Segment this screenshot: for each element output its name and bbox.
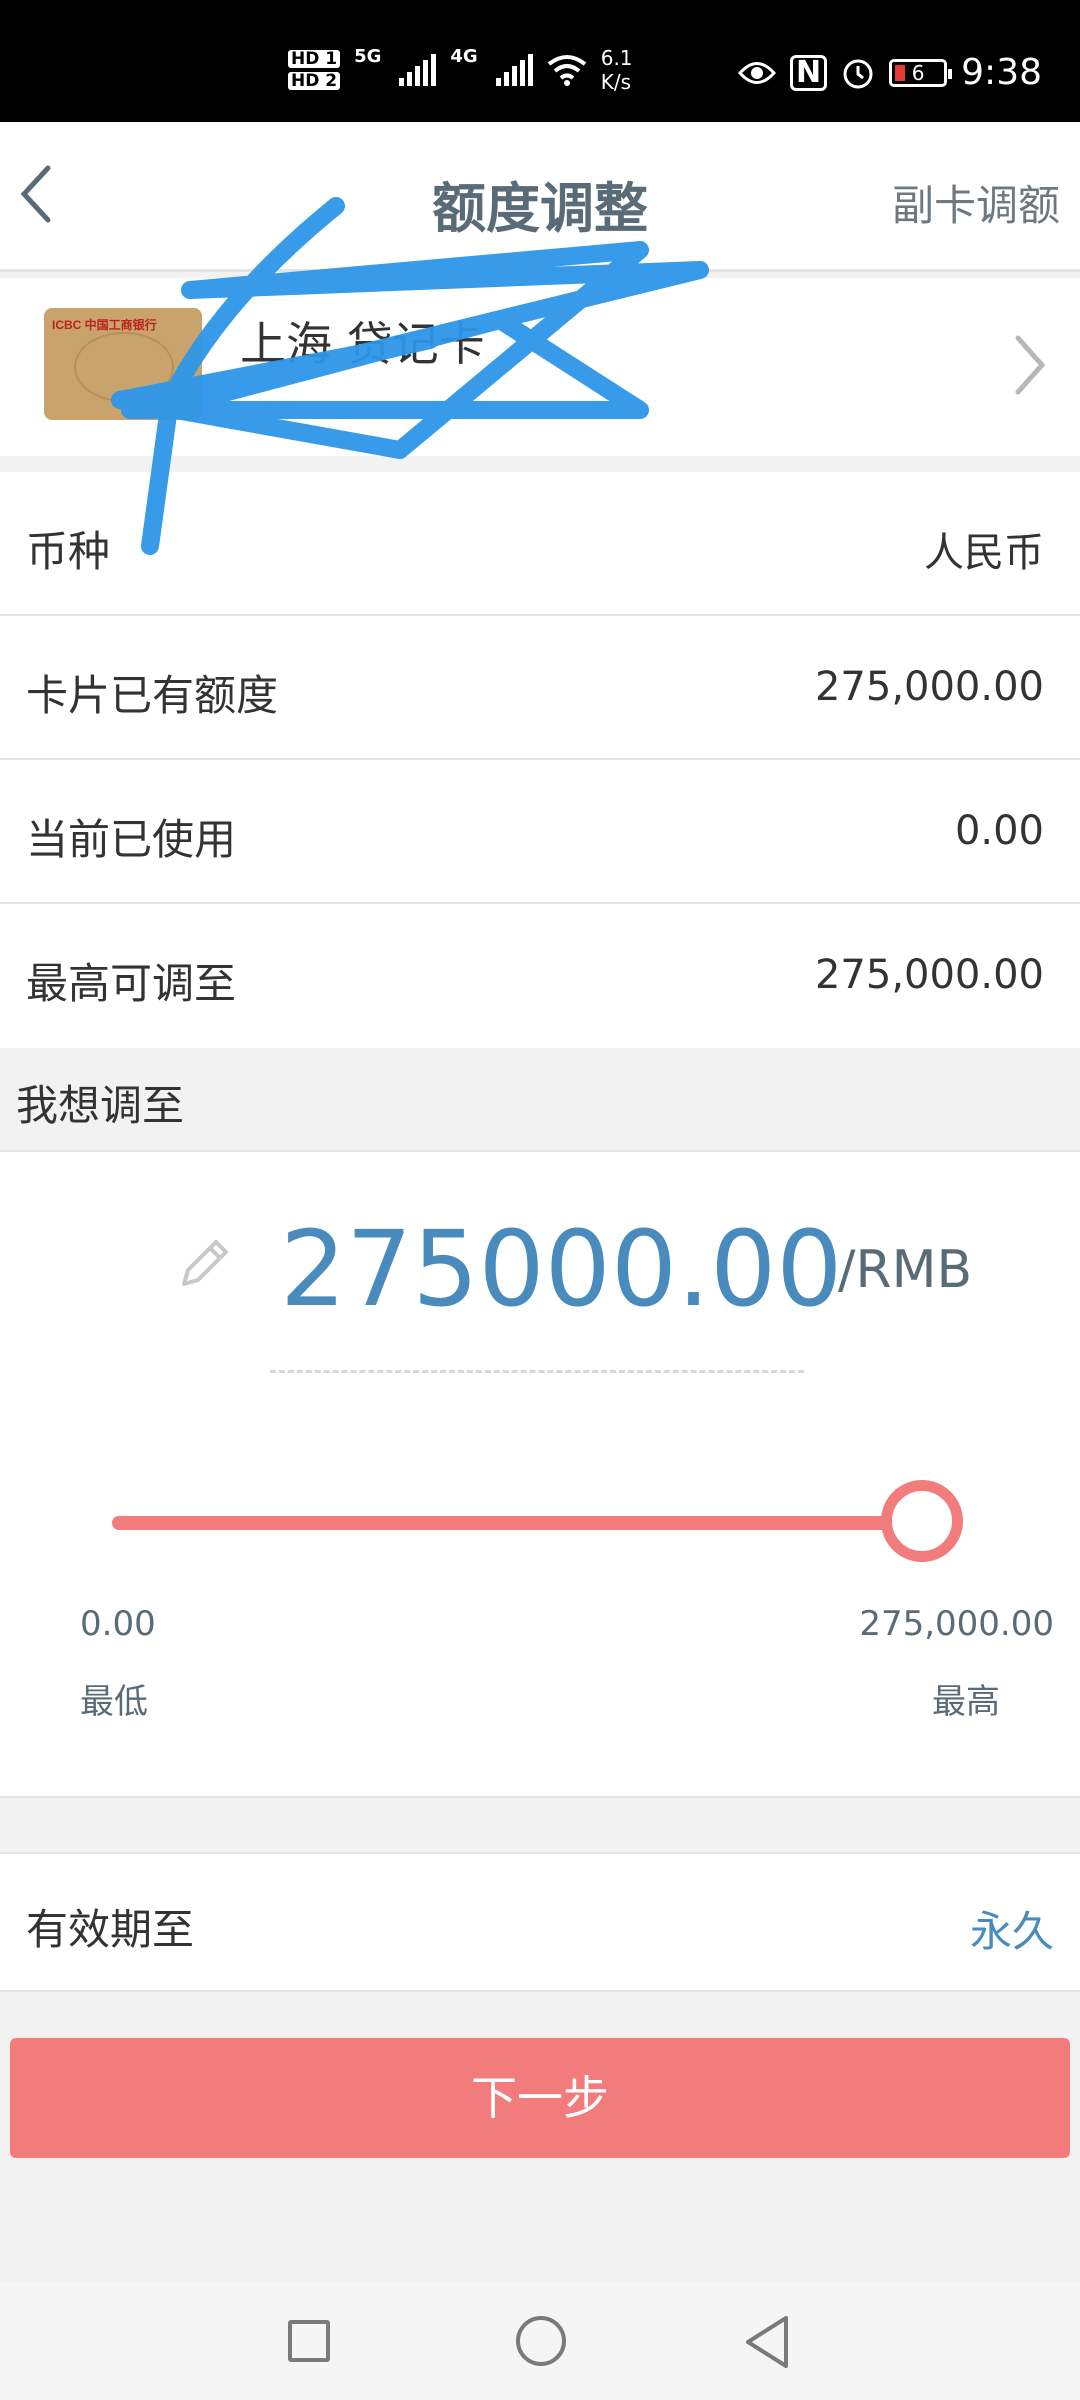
amount-input[interactable]: 275000.00 xyxy=(280,1208,842,1330)
recent-apps-button[interactable] xyxy=(288,2320,330,2362)
max-adjustable-row: 最高可调至 275,000.00 xyxy=(0,904,1080,1048)
signal1-icon xyxy=(399,54,437,86)
slider-min-value: 0.00 xyxy=(80,1604,156,1644)
card-image: ICBC 中国工商银行 xyxy=(44,308,202,420)
card-pattern xyxy=(74,332,174,402)
amount-panel: 275000.00 /RMB 0.00 275,000.00 最低 最高 xyxy=(0,1152,1080,1798)
used-label: 当前已使用 xyxy=(26,815,237,864)
home-button[interactable] xyxy=(516,2316,566,2366)
card-selector[interactable]: ICBC 中国工商银行 上海 贷记卡 xyxy=(0,278,1080,456)
slider-max-label: 最高 xyxy=(932,1682,1000,1722)
speed-value: 6.1 xyxy=(600,46,633,70)
system-nav-bar xyxy=(0,2282,1080,2400)
amount-unit: /RMB xyxy=(838,1240,973,1300)
chevron-right-icon xyxy=(1015,335,1046,395)
network-speed: 6.1 K/s xyxy=(601,46,633,94)
status-bar-left: HD 1 HD 2 5G 4G 6.1 K/s xyxy=(288,46,633,94)
currency-label: 币种 xyxy=(26,527,111,576)
existing-limit-value: 275,000.00 xyxy=(814,664,1044,710)
used-value: 0.00 xyxy=(954,808,1044,854)
adjust-section-label: 我想调至 xyxy=(16,1081,185,1130)
slider-max-value: 275,000.00 xyxy=(859,1604,1054,1644)
currency-row: 币种 人民币 xyxy=(0,472,1080,616)
hd2-label: HD 2 xyxy=(288,72,341,90)
hd-indicator: HD 1 HD 2 xyxy=(288,50,341,90)
next-step-button[interactable]: 下一步 xyxy=(10,2038,1070,2158)
max-adjustable-value: 275,000.00 xyxy=(814,952,1044,998)
validity-row[interactable]: 有效期至 永久 xyxy=(0,1852,1080,1992)
battery-icon: 6 xyxy=(889,58,953,87)
net2-label: 4G xyxy=(450,46,478,67)
header: 额度调整 副卡调额 xyxy=(0,122,1080,272)
signal2-icon xyxy=(495,54,533,86)
limit-slider-thumb[interactable] xyxy=(881,1480,963,1562)
supplementary-card-adjust-button[interactable]: 副卡调额 xyxy=(892,172,1060,233)
hd1-label: HD 1 xyxy=(288,50,341,68)
currency-value: 人民币 xyxy=(924,530,1044,576)
validity-value[interactable]: 永久 xyxy=(970,1898,1054,1959)
battery-level: 6 xyxy=(911,60,925,85)
nav-back-button[interactable] xyxy=(742,2314,792,2370)
info-list: 币种 人民币 卡片已有额度 275,000.00 当前已使用 0.00 最高可调… xyxy=(0,472,1080,1048)
alarm-icon xyxy=(843,59,873,88)
limit-slider-track[interactable] xyxy=(112,1516,922,1530)
adjust-section-header: 我想调至 xyxy=(0,1048,1080,1152)
amount-underline xyxy=(270,1370,804,1373)
card-name: 上海 贷记卡 xyxy=(240,317,485,371)
net1-label: 5G xyxy=(354,46,382,67)
validity-label: 有效期至 xyxy=(26,1905,195,1954)
existing-limit-label: 卡片已有额度 xyxy=(26,671,279,720)
speed-unit: K/s xyxy=(600,70,631,94)
status-bar: HD 1 HD 2 5G 4G 6.1 K/s N 6 9:38 xyxy=(0,0,1080,122)
bank-logo: ICBC 中国工商银行 xyxy=(52,318,157,332)
max-adjustable-label: 最高可调至 xyxy=(26,959,237,1008)
nfc-icon: N xyxy=(790,54,828,91)
clock: 9:38 xyxy=(961,52,1042,93)
slider-min-label: 最低 xyxy=(80,1682,148,1722)
eye-icon xyxy=(738,61,777,84)
pencil-icon[interactable] xyxy=(172,1232,236,1296)
status-bar-right: N 6 9:38 xyxy=(738,52,1042,93)
wifi-icon xyxy=(547,55,586,86)
used-row: 当前已使用 0.00 xyxy=(0,760,1080,904)
existing-limit-row: 卡片已有额度 275,000.00 xyxy=(0,616,1080,760)
